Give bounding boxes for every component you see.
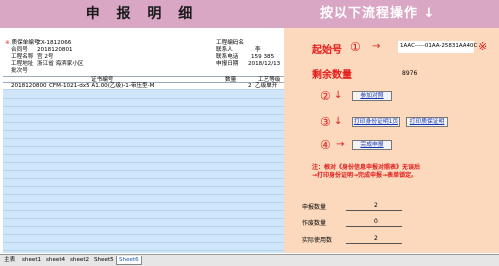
field-project-name-label: 工程名称 bbox=[11, 54, 34, 60]
field-project-code-label: 工程编码名 bbox=[216, 40, 244, 46]
tab-sheet2[interactable]: sheet2 bbox=[68, 256, 91, 265]
grid-line bbox=[3, 130, 284, 131]
table-header: 证书编号 数量 工艺等级 bbox=[3, 76, 284, 83]
field-warranty-no: ※ 质保单编号 bbox=[5, 40, 40, 46]
grid-line bbox=[3, 194, 284, 195]
field-batch-label: 批次号 bbox=[11, 68, 28, 74]
header-fields: ※ 质保单编号 ZX-1812066 工程编码名 合同号 2018120801 … bbox=[3, 28, 284, 83]
used-count-value: 2 bbox=[374, 235, 378, 242]
grid-line bbox=[3, 154, 284, 155]
grid-line bbox=[3, 202, 284, 203]
print-id-button[interactable]: 打印身份证明1页 bbox=[352, 117, 400, 127]
required-star: ※ bbox=[5, 40, 10, 46]
stat-underline bbox=[346, 243, 402, 244]
grid-line bbox=[3, 242, 284, 243]
arrow-right-icon: → bbox=[372, 41, 381, 52]
field-date-value[interactable]: 2018/12/13 bbox=[248, 61, 280, 68]
tab-sheet1[interactable]: sheet1 bbox=[20, 256, 43, 265]
grid-line bbox=[3, 210, 284, 211]
field-address-label: 工程地址 bbox=[11, 61, 34, 67]
field-address-value[interactable]: 浙江省 海滨家小区 bbox=[37, 61, 84, 68]
field-contract-label: 合同号 bbox=[11, 47, 28, 53]
grid-line bbox=[3, 250, 284, 251]
required-star-icon: ※ bbox=[478, 40, 488, 53]
declared-count-value: 2 bbox=[374, 202, 378, 209]
complete-declaration-button[interactable]: 完成申报 bbox=[352, 140, 392, 150]
title-banner: 申 报 明 细 按以下流程操作 ↓ bbox=[0, 0, 499, 28]
tab-sheet6[interactable]: Sheet6 bbox=[116, 256, 142, 265]
table-row[interactable]: 2018120800 CFM-1021-dx5 A1.00(乙级)-1-带压型-… bbox=[3, 83, 284, 90]
start-number-value: 1AAC-----01AA-25831AA40C bbox=[400, 43, 478, 49]
grid-line bbox=[3, 138, 284, 139]
remaining-label: 剩余数量 bbox=[312, 70, 352, 81]
grid-line bbox=[3, 146, 284, 147]
page-title: 申 报 明 细 bbox=[85, 6, 199, 22]
field-contact-value[interactable]: 李 bbox=[255, 47, 261, 54]
step2-circle-icon: ② bbox=[320, 89, 331, 103]
grid-line bbox=[3, 186, 284, 187]
process-panel: 起始号 ① → 1AAC-----01AA-25831AA40C ※ 剩余数量 … bbox=[284, 28, 499, 253]
stat-underline bbox=[346, 210, 402, 211]
stat-underline bbox=[346, 226, 402, 227]
used-count-label: 实际使用数 bbox=[302, 237, 333, 244]
cell-cert[interactable]: CFM-1021-dx5 A1.00(乙级)-1-带压型-M bbox=[49, 83, 154, 90]
declared-count-label: 申报数量 bbox=[302, 204, 327, 211]
step4-circle-icon: ④ bbox=[320, 138, 331, 152]
grid-line bbox=[3, 114, 284, 115]
print-warranty-button[interactable]: 打印质保证明 bbox=[406, 117, 448, 127]
remaining-value: 8976 bbox=[402, 70, 418, 77]
cell-qty[interactable]: 2 bbox=[248, 83, 252, 90]
field-contract-value[interactable]: 2018120801 bbox=[37, 47, 73, 54]
field-warranty-no-value[interactable]: ZX-1812066 bbox=[37, 40, 71, 47]
grid-line bbox=[3, 170, 284, 171]
arrow-right-icon: → bbox=[336, 139, 345, 150]
start-number-label: 起始号 bbox=[312, 45, 342, 56]
start-number-input[interactable]: 1AAC-----01AA-25831AA40C bbox=[398, 41, 478, 53]
cell-grade[interactable]: 乙级单开 bbox=[255, 83, 277, 90]
process-note: 注：根对《身份信息申报对照表》无误后 →打印身份证明→完成申报→表单锁定。 bbox=[312, 164, 492, 180]
tab-main[interactable]: 主表 bbox=[2, 256, 17, 265]
voided-count-value: 0 bbox=[374, 218, 378, 225]
grid-line bbox=[3, 234, 284, 235]
note-line-1: 注：根对《身份信息申报对照表》无误后 bbox=[312, 164, 421, 171]
step3-circle-icon: ③ bbox=[320, 115, 331, 129]
note-line-2: →打印身份证明→完成申报→表单锁定。 bbox=[312, 172, 418, 179]
cell-batch[interactable]: 2018120800 bbox=[11, 83, 47, 90]
grid-line bbox=[3, 122, 284, 123]
grid-line bbox=[3, 98, 284, 99]
grid-line bbox=[3, 226, 284, 227]
grid-line bbox=[3, 218, 284, 219]
compare-button[interactable]: 参加对照 bbox=[352, 91, 392, 101]
declaration-sheet: ※ 质保单编号 ZX-1812066 工程编码名 合同号 2018120801 … bbox=[3, 28, 284, 253]
grid-line bbox=[3, 162, 284, 163]
arrow-down-icon: ↓ bbox=[334, 116, 343, 127]
grid-line bbox=[3, 178, 284, 179]
field-date-label: 申报日期 bbox=[216, 61, 239, 67]
field-phone-label: 联系电话 bbox=[216, 54, 239, 60]
field-phone-value[interactable]: 159 385 bbox=[251, 54, 274, 61]
arrow-down-icon: ↓ bbox=[334, 90, 343, 101]
tab-sheet5[interactable]: Sheet5 bbox=[92, 256, 116, 265]
process-instruction: 按以下流程操作 ↓ bbox=[320, 6, 436, 21]
step1-circle-icon: ① bbox=[350, 40, 361, 54]
field-contact-label: 联系人 bbox=[216, 47, 233, 53]
voided-count-label: 作废数量 bbox=[302, 220, 327, 227]
grid-line bbox=[3, 106, 284, 107]
tab-sheet4[interactable]: sheet4 bbox=[44, 256, 67, 265]
sheet-tab-bar: 主表 sheet1 sheet4 sheet2 Sheet5 Sheet6 bbox=[0, 254, 499, 266]
field-project-name-value[interactable]: 宫 2号 bbox=[37, 54, 54, 61]
